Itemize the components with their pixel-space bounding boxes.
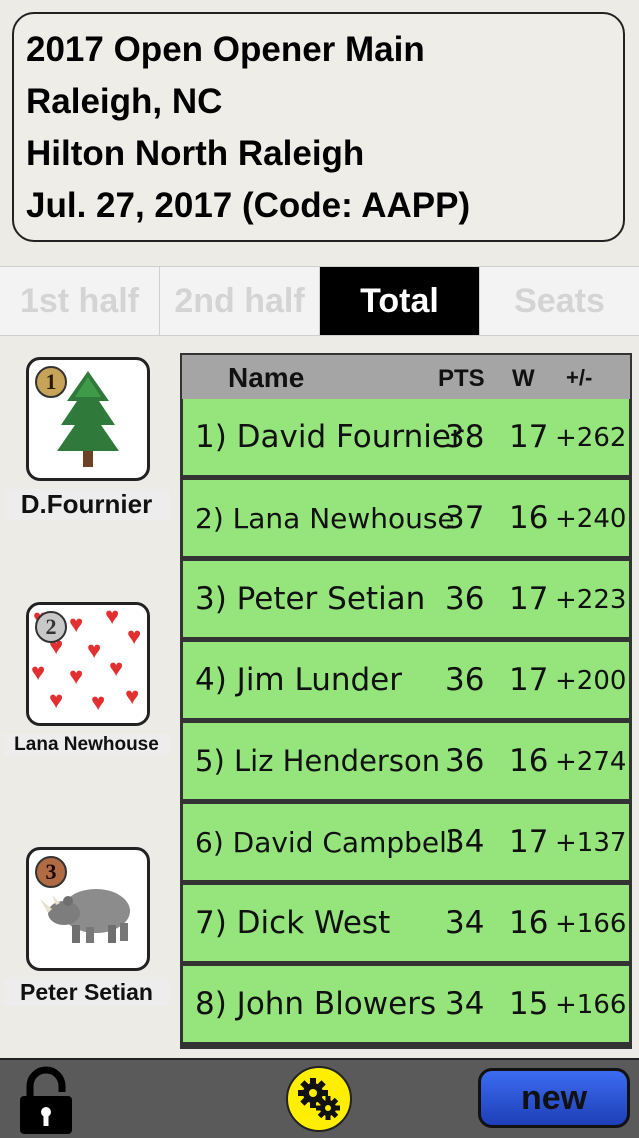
tab-1st-half[interactable]: 1st half (0, 267, 160, 335)
table-header: Name PTS W +/- (182, 355, 630, 399)
player-spread: +262 (555, 423, 627, 453)
column-w-header: W (512, 365, 535, 392)
podium-name-first: D.Fournier (4, 489, 169, 520)
tournament-info-panel: 2017 Open Opener Main Raleigh, NC Hilton… (12, 12, 625, 242)
column-name-header: Name (228, 362, 305, 393)
settings-button[interactable] (286, 1066, 352, 1132)
player-spread: +274 (555, 747, 627, 777)
player-spread: +200 (555, 666, 627, 696)
tournament-title: 2017 Open Opener Main (26, 30, 425, 69)
player-wins: 17 (509, 581, 549, 617)
player-wins: 15 (509, 986, 549, 1022)
podium-first: 1 D.Fournier (4, 357, 169, 520)
player-avatar-first[interactable]: 1 (26, 357, 150, 481)
lock-icon[interactable] (16, 1064, 76, 1136)
player-spread: +166 (555, 909, 627, 939)
table-row[interactable]: 3) Peter Setian 36 17 +223 (183, 561, 629, 637)
player-name: 3) Peter Setian (195, 581, 426, 617)
new-button[interactable]: new (478, 1068, 630, 1128)
player-pts: 36 (445, 662, 485, 698)
player-avatar-second[interactable]: 2 ♥ ♥ ♥ ♥ ♥ ♥ ♥ ♥ ♥ ♥ ♥ ♥ (26, 602, 150, 726)
podium-name-second: Lana Newhouse (4, 734, 169, 756)
podium-name-third: Peter Setian (4, 979, 169, 1006)
standings-table: Name PTS W +/- 1) David Fournier 38 17 +… (180, 353, 632, 1049)
silver-medal-icon: 2 (35, 611, 67, 643)
player-wins: 17 (509, 824, 549, 860)
table-row[interactable]: 7) Dick West 34 16 +166 (183, 885, 629, 961)
player-name: 7) Dick West (195, 905, 391, 941)
player-wins: 16 (509, 500, 549, 536)
player-wins: 17 (509, 419, 549, 455)
player-spread: +240 (555, 504, 627, 534)
gold-medal-icon: 1 (35, 366, 67, 398)
podium-third: 3 Peter Setian (4, 847, 169, 1006)
tournament-city: Raleigh, NC (26, 82, 223, 121)
player-pts: 36 (445, 581, 485, 617)
player-name: 6) David Campbell (195, 826, 455, 859)
gears-icon (298, 1078, 340, 1120)
table-row[interactable]: 5) Liz Henderson 36 16 +274 (183, 723, 629, 799)
tab-2nd-half[interactable]: 2nd half (160, 267, 320, 335)
player-avatar-third[interactable]: 3 (26, 847, 150, 971)
table-row[interactable]: 4) Jim Lunder 36 17 +200 (183, 642, 629, 718)
column-plusminus-header: +/- (566, 365, 593, 390)
player-name: 4) Jim Lunder (195, 662, 402, 698)
tournament-venue: Hilton North Raleigh (26, 134, 365, 173)
player-name: 5) Liz Henderson (195, 744, 441, 778)
player-pts: 38 (445, 419, 485, 455)
player-wins: 16 (509, 905, 549, 941)
tab-seats[interactable]: Seats (480, 267, 639, 335)
player-pts: 36 (445, 743, 485, 779)
tab-total[interactable]: Total (320, 267, 480, 335)
player-pts: 37 (445, 500, 485, 536)
column-pts-header: PTS (438, 365, 485, 392)
table-row[interactable]: 6) David Campbell 34 17 +137 (183, 804, 629, 880)
player-pts: 34 (445, 986, 485, 1022)
player-name: 1) David Fournier (195, 419, 464, 455)
view-tabs: 1st half 2nd half Total Seats (0, 266, 639, 336)
player-spread: +223 (555, 585, 627, 615)
podium-second: 2 ♥ ♥ ♥ ♥ ♥ ♥ ♥ ♥ ♥ ♥ ♥ ♥ Lana Newhouse (4, 602, 169, 756)
player-spread: +166 (555, 990, 627, 1020)
player-name: 2) Lana Newhouse (195, 502, 455, 535)
player-wins: 17 (509, 662, 549, 698)
table-row[interactable]: 1) David Fournier 38 17 +262 (183, 399, 629, 475)
player-pts: 34 (445, 905, 485, 941)
table-row[interactable]: 8) John Blowers 34 15 +166 (183, 966, 629, 1042)
table-row[interactable]: 2) Lana Newhouse 37 16 +240 (183, 480, 629, 556)
player-spread: +137 (555, 828, 627, 858)
player-wins: 16 (509, 743, 549, 779)
tournament-date-code: Jul. 27, 2017 (Code: AAPP) (26, 186, 471, 225)
player-name: 8) John Blowers (195, 986, 437, 1022)
player-pts: 34 (445, 824, 485, 860)
bronze-medal-icon: 3 (35, 856, 67, 888)
bottom-toolbar: new (0, 1058, 639, 1138)
